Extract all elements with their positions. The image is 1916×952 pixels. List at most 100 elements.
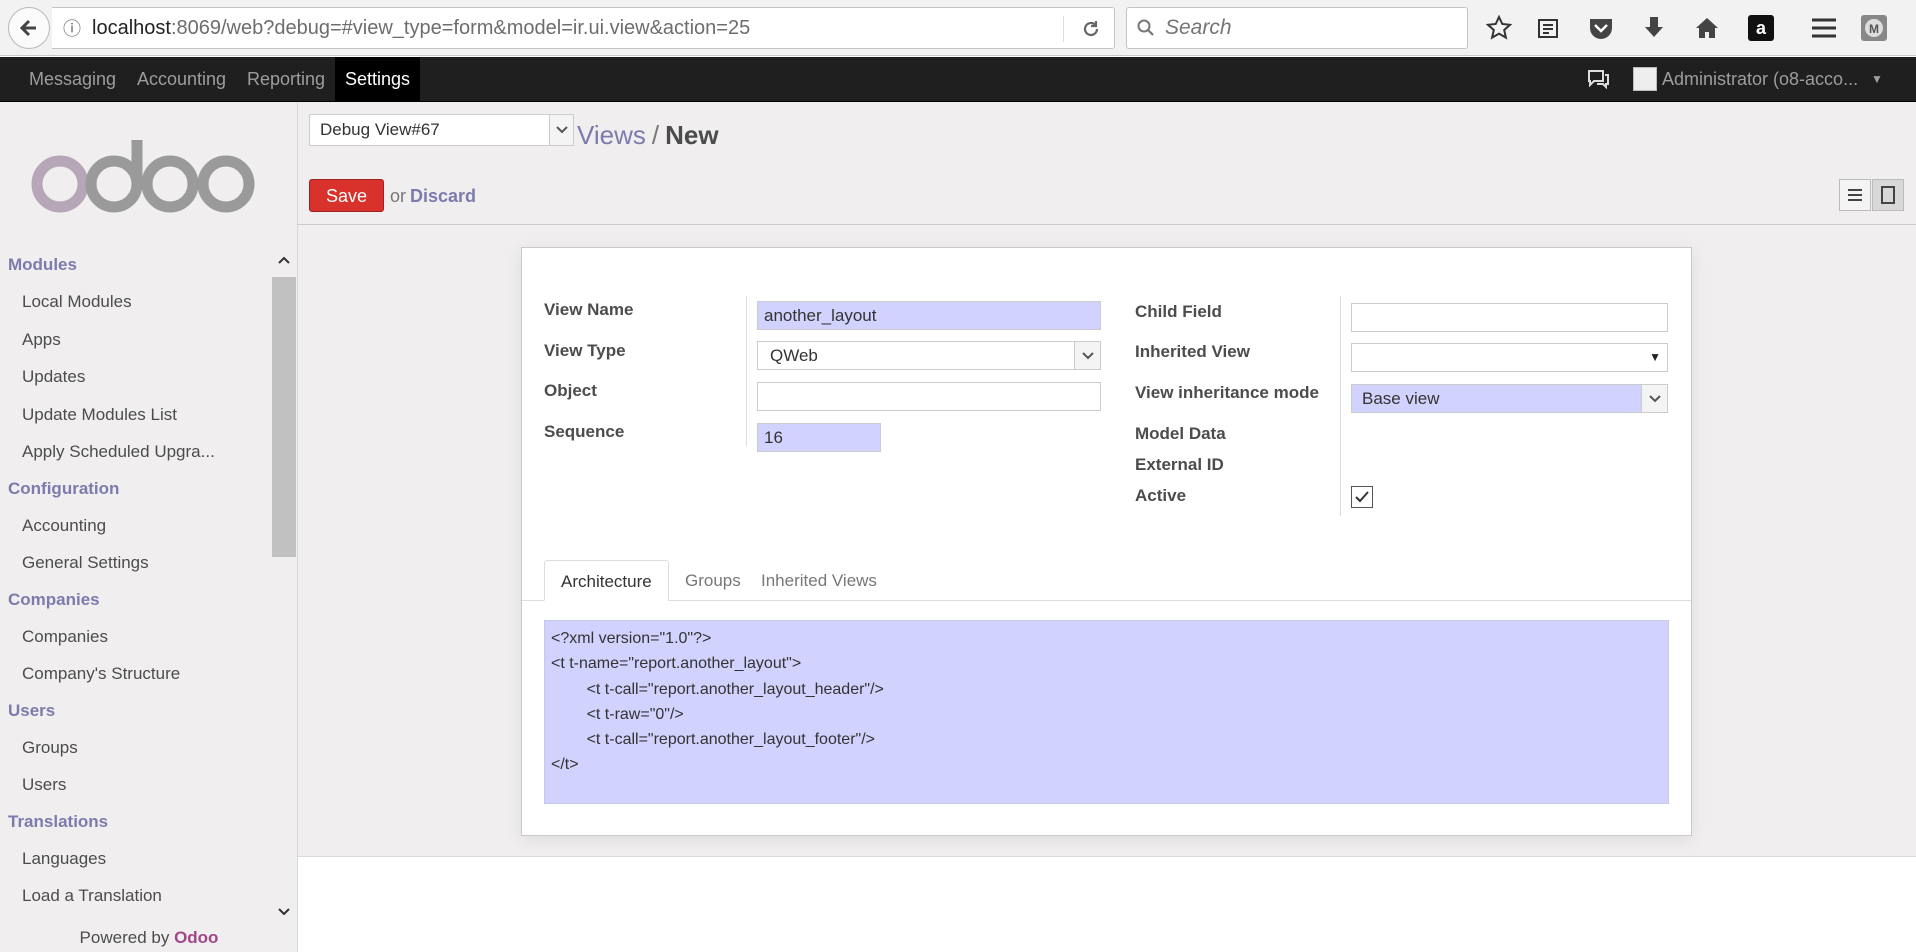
caret-down-icon[interactable]: ▼: [1649, 344, 1661, 371]
view-type-value: QWeb: [770, 346, 818, 365]
view-type-select[interactable]: QWeb: [757, 341, 1101, 370]
chevron-down-icon[interactable]: [1641, 385, 1667, 412]
form-view-button[interactable]: [1872, 179, 1904, 211]
topnav-settings[interactable]: Settings: [335, 57, 421, 101]
url-bar[interactable]: ⓘ localhost:8069/web?debug=#view_type=fo…: [52, 7, 1115, 49]
active-checkbox[interactable]: [1351, 486, 1373, 508]
breadcrumb: Views / New: [577, 120, 719, 151]
sidebar-scrollbar[interactable]: [272, 247, 296, 925]
sidebar-item-load-translation[interactable]: Load a Translation: [0, 877, 272, 915]
view-type-label: View Type: [544, 341, 626, 360]
bookmark-star-icon[interactable]: [1483, 12, 1515, 44]
sidebar-item-local-modules[interactable]: Local Modules: [0, 283, 272, 321]
scroll-down-icon[interactable]: [272, 899, 296, 925]
scroll-up-icon[interactable]: [272, 247, 296, 273]
debug-view-select-value: Debug View#67: [320, 120, 440, 139]
or-label: or: [390, 186, 407, 206]
download-icon[interactable]: [1638, 12, 1670, 44]
reading-list-icon[interactable]: [1532, 12, 1564, 44]
topnav-messaging[interactable]: Messaging: [19, 57, 126, 101]
form-content-area: View Name View Type Object Sequence QWeb…: [298, 225, 1916, 857]
sidebar-section-modules[interactable]: Modules: [0, 247, 272, 283]
model-data-label: Model Data: [1135, 424, 1226, 443]
sidebar-section-users[interactable]: Users: [0, 693, 272, 729]
breadcrumb-separator: /: [651, 120, 660, 150]
info-icon[interactable]: ⓘ: [52, 15, 92, 41]
child-field-input[interactable]: [1351, 303, 1668, 332]
sidebar-item-updates[interactable]: Updates: [0, 358, 272, 396]
architecture-editor[interactable]: <?xml version="1.0"?> <t t-name="report.…: [544, 620, 1669, 804]
scroll-thumb[interactable]: [272, 277, 296, 557]
sidebar-item-apply-scheduled-upgrades[interactable]: Apply Scheduled Upgra...: [0, 433, 272, 471]
sequence-label: Sequence: [544, 422, 625, 441]
chevron-down-icon[interactable]: [1074, 342, 1100, 369]
view-inheritance-mode-label: View inheritance mode: [1135, 383, 1319, 402]
topnav-reporting[interactable]: Reporting: [237, 57, 335, 101]
tab-inherited-views[interactable]: Inherited Views: [745, 560, 893, 601]
save-button[interactable]: Save: [309, 179, 384, 212]
control-panel: Debug View#67 Views / New Save or Discard: [298, 102, 1916, 225]
sidebar-item-update-modules-list[interactable]: Update Modules List: [0, 396, 272, 434]
sidebar-item-companies[interactable]: Companies: [0, 618, 272, 656]
menu-icon[interactable]: [1808, 12, 1840, 44]
sidebar: Modules Local Modules Apps Updates Updat…: [0, 102, 298, 952]
tab-groups[interactable]: Groups: [669, 560, 757, 601]
form-sheet: View Name View Type Object Sequence QWeb…: [521, 247, 1692, 836]
sidebar-menu: Modules Local Modules Apps Updates Updat…: [0, 247, 272, 925]
reload-icon[interactable]: [1076, 16, 1106, 42]
sidebar-item-company-structure[interactable]: Company's Structure: [0, 655, 272, 693]
object-label: Object: [544, 381, 597, 400]
sidebar-item-users[interactable]: Users: [0, 766, 272, 804]
sidebar-item-accounting[interactable]: Accounting: [0, 507, 272, 545]
sidebar-section-companies[interactable]: Companies: [0, 582, 272, 618]
user-menu-name[interactable]: Administrator (o8-acco...: [1662, 57, 1858, 102]
object-field[interactable]: [757, 382, 1101, 411]
odoo-top-nav: Messaging Accounting Reporting Settings: [0, 57, 1916, 102]
sidebar-item-apps[interactable]: Apps: [0, 321, 272, 359]
inherited-view-select[interactable]: ▼: [1351, 343, 1668, 372]
odoo-logo[interactable]: [30, 130, 260, 220]
home-icon[interactable]: [1691, 12, 1723, 44]
discard-button[interactable]: Discard: [410, 186, 476, 207]
debug-view-select[interactable]: Debug View#67: [309, 114, 574, 146]
powered-by-label: Powered by: [79, 928, 170, 947]
powered-by: Powered by Odoo: [0, 928, 298, 948]
child-field-label: Child Field: [1135, 302, 1222, 321]
powered-by-odoo-link[interactable]: Odoo: [174, 928, 218, 947]
sequence-field[interactable]: [757, 423, 881, 452]
browser-search-input[interactable]: [1163, 15, 1443, 41]
svg-text:a: a: [1756, 18, 1767, 38]
active-label: Active: [1135, 486, 1187, 505]
sidebar-item-groups[interactable]: Groups: [0, 729, 272, 767]
svg-text:M: M: [1869, 22, 1879, 36]
list-view-icon: [1848, 189, 1862, 201]
sidebar-section-translations[interactable]: Translations: [0, 804, 272, 840]
user-avatar[interactable]: [1633, 67, 1657, 91]
amazon-icon[interactable]: a: [1745, 12, 1777, 44]
url-text[interactable]: localhost:8069/web?debug=#view_type=form…: [92, 17, 750, 40]
view-name-field[interactable]: [757, 301, 1101, 330]
extension-icon[interactable]: M: [1858, 12, 1890, 44]
topnav-accounting[interactable]: Accounting: [127, 57, 236, 101]
chevron-down-icon[interactable]: [549, 115, 573, 145]
sidebar-item-languages[interactable]: Languages: [0, 840, 272, 878]
chat-icon[interactable]: [1586, 68, 1610, 90]
pocket-icon[interactable]: [1585, 12, 1617, 44]
caret-down-icon[interactable]: ▼: [1871, 57, 1883, 102]
tab-architecture[interactable]: Architecture: [544, 560, 669, 601]
form-view-icon: [1881, 186, 1895, 204]
sidebar-item-general-settings[interactable]: General Settings: [0, 544, 272, 582]
back-button[interactable]: [8, 7, 50, 49]
sidebar-section-configuration[interactable]: Configuration: [0, 471, 272, 507]
list-view-button[interactable]: [1839, 179, 1871, 211]
view-inheritance-mode-select[interactable]: Base view: [1351, 384, 1668, 413]
back-arrow-icon: [19, 19, 36, 37]
view-inheritance-mode-value: Base view: [1362, 389, 1440, 408]
view-name-label: View Name: [544, 300, 634, 319]
inherited-view-label: Inherited View: [1135, 342, 1250, 361]
breadcrumb-current: New: [665, 120, 719, 150]
browser-toolbar: ⓘ localhost:8069/web?debug=#view_type=fo…: [0, 0, 1916, 56]
breadcrumb-views[interactable]: Views: [577, 120, 646, 150]
browser-search-box[interactable]: [1126, 7, 1468, 49]
search-icon: [1137, 19, 1154, 36]
